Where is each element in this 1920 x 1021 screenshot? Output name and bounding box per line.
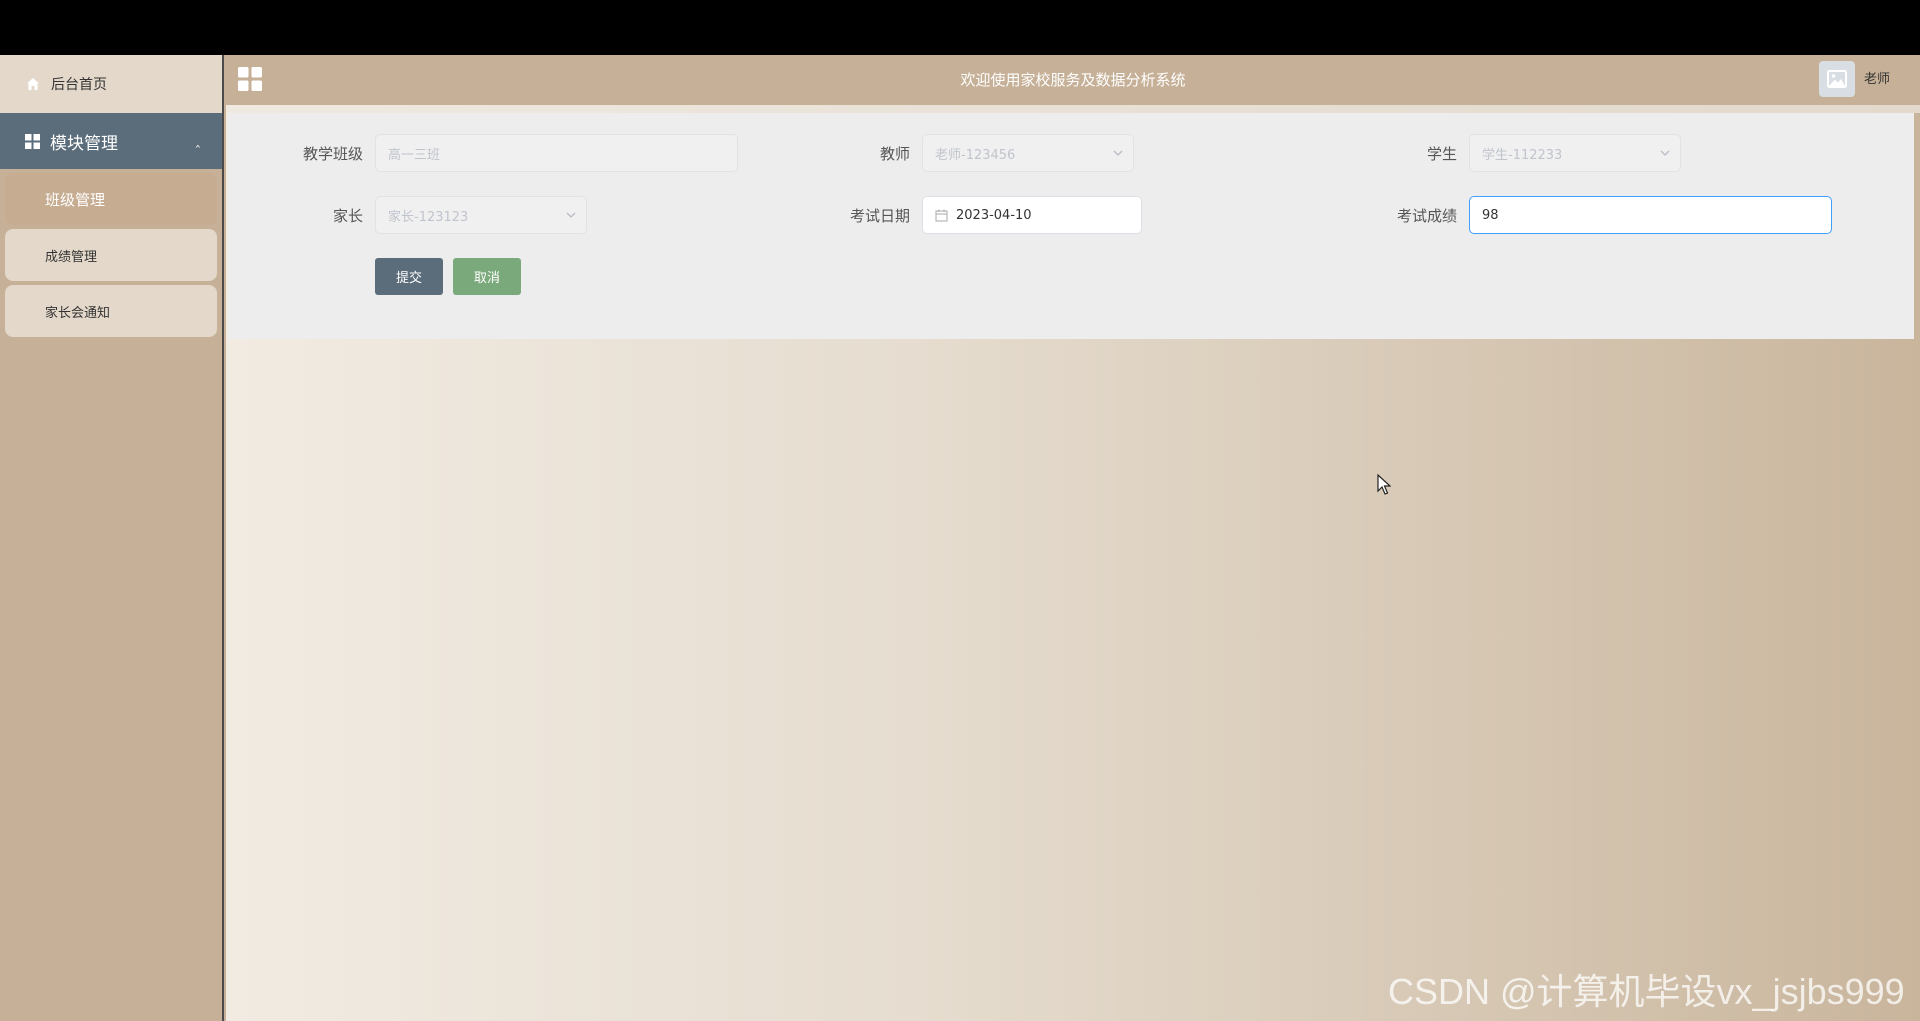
sidebar-item-parent-meeting[interactable]: 家长会通知	[5, 285, 217, 337]
score-input[interactable]: 98	[1469, 196, 1832, 234]
grid-icon	[25, 133, 40, 149]
parent-select[interactable]: 家长-123123	[375, 196, 587, 234]
exam-date-label: 考试日期	[849, 206, 910, 225]
sidebar-item-class-management[interactable]: 班级管理	[5, 173, 217, 225]
watermark: CSDN @计算机毕设vx_jsjbs999	[1388, 971, 1905, 1012]
avatar[interactable]	[1819, 61, 1855, 97]
user-name[interactable]: 老师	[1864, 55, 1890, 105]
chevron-up-icon: ‸	[195, 133, 200, 149]
cancel-button[interactable]: 取消	[453, 258, 521, 295]
image-icon	[1827, 70, 1847, 88]
submit-button[interactable]: 提交	[375, 258, 443, 295]
page-title: 欢迎使用家校服务及数据分析系统	[960, 71, 1186, 89]
sidebar-item-label: 成绩管理	[45, 249, 98, 265]
chevron-down-icon	[1660, 150, 1670, 156]
teacher-label: 教师	[879, 144, 910, 163]
parent-label: 家长	[332, 206, 363, 225]
mouse-pointer-icon	[1377, 474, 1391, 495]
teacher-value: 老师-123456	[935, 147, 1016, 163]
sidebar-submenu: 班级管理 成绩管理 家长会通知	[0, 169, 222, 337]
sidebar-module-toggle[interactable]: 模块管理 ‸	[0, 113, 222, 169]
chevron-down-icon	[1113, 150, 1123, 156]
score-label: 考试成绩	[1396, 206, 1457, 225]
sidebar-item-label: 家长会通知	[45, 305, 111, 321]
class-input[interactable]: 高一三班	[375, 134, 738, 172]
student-label: 学生	[1426, 144, 1457, 163]
score-value: 98	[1482, 207, 1499, 223]
student-value: 学生-112233	[1482, 147, 1563, 163]
form-panel: 教学班级 高一三班 教师 老师-123456 学生 学生-112233 家长 家…	[228, 113, 1914, 339]
class-label: 教学班级	[302, 144, 363, 163]
teacher-select[interactable]: 老师-123456	[922, 134, 1134, 172]
sidebar: 后台首页 模块管理 ‸ 班级管理 成绩管理 家长会通知	[0, 55, 224, 1021]
exam-date-value: 2023-04-10	[956, 207, 1032, 223]
chevron-down-icon	[566, 212, 576, 218]
sidebar-item-score-management[interactable]: 成绩管理	[5, 229, 217, 281]
parent-value: 家长-123123	[388, 209, 469, 225]
header-divider	[226, 105, 1920, 113]
home-icon	[27, 78, 39, 90]
class-value: 高一三班	[388, 147, 441, 163]
sidebar-module-label: 模块管理	[50, 133, 118, 154]
sidebar-item-label: 班级管理	[45, 190, 106, 209]
calendar-icon	[935, 209, 948, 221]
sidebar-home-label: 后台首页	[51, 77, 107, 93]
student-select[interactable]: 学生-112233	[1469, 134, 1681, 172]
exam-date-picker[interactable]: 2023-04-10	[922, 196, 1142, 234]
screen-top-bar	[0, 0, 1920, 55]
sidebar-item-home[interactable]: 后台首页	[0, 55, 222, 113]
header: 欢迎使用家校服务及数据分析系统 老师	[226, 55, 1920, 105]
